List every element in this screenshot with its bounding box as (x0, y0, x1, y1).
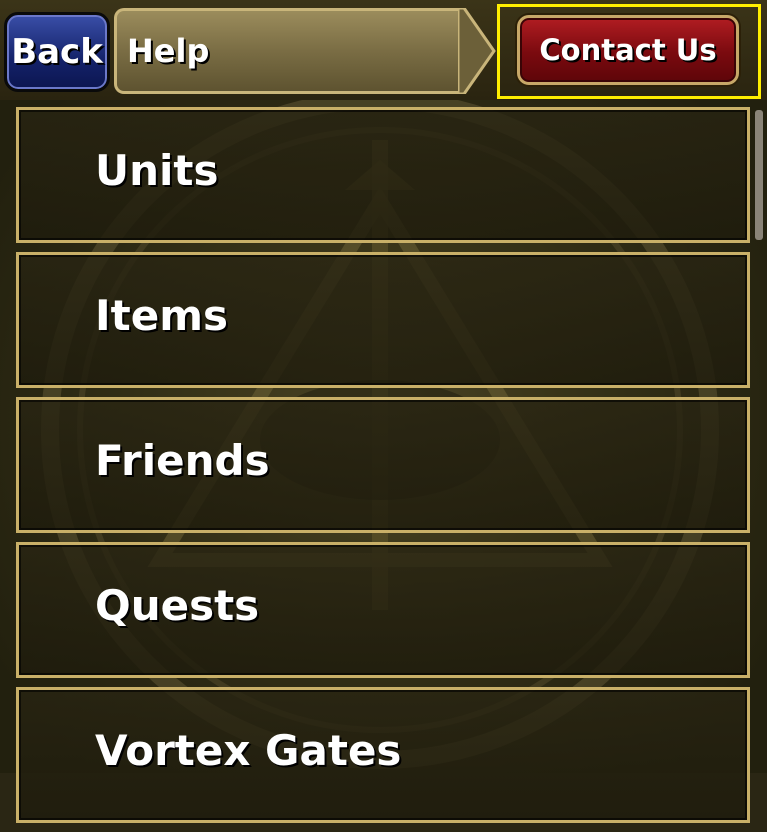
help-item-items[interactable]: Items (16, 252, 750, 388)
help-item-label: Friends (95, 436, 270, 485)
help-item-label: Items (95, 291, 228, 340)
help-item-vortex-gates[interactable]: Vortex Gates (16, 687, 750, 823)
top-bar: Back Help Contact Us (0, 0, 767, 100)
help-item-label: Units (95, 146, 219, 195)
contact-us-button[interactable]: Contact Us (517, 15, 739, 85)
title-arrow-icon (458, 8, 496, 94)
help-item-label: Vortex Gates (95, 726, 402, 775)
help-item-label: Quests (95, 581, 260, 630)
back-button[interactable]: Back (4, 12, 110, 92)
help-topic-list: Units Items Friends Quests Vortex Gates (16, 107, 750, 832)
help-item-quests[interactable]: Quests (16, 542, 750, 678)
scrollbar[interactable] (755, 110, 763, 240)
page-title: Help (114, 8, 464, 94)
help-item-units[interactable]: Units (16, 107, 750, 243)
help-item-friends[interactable]: Friends (16, 397, 750, 533)
